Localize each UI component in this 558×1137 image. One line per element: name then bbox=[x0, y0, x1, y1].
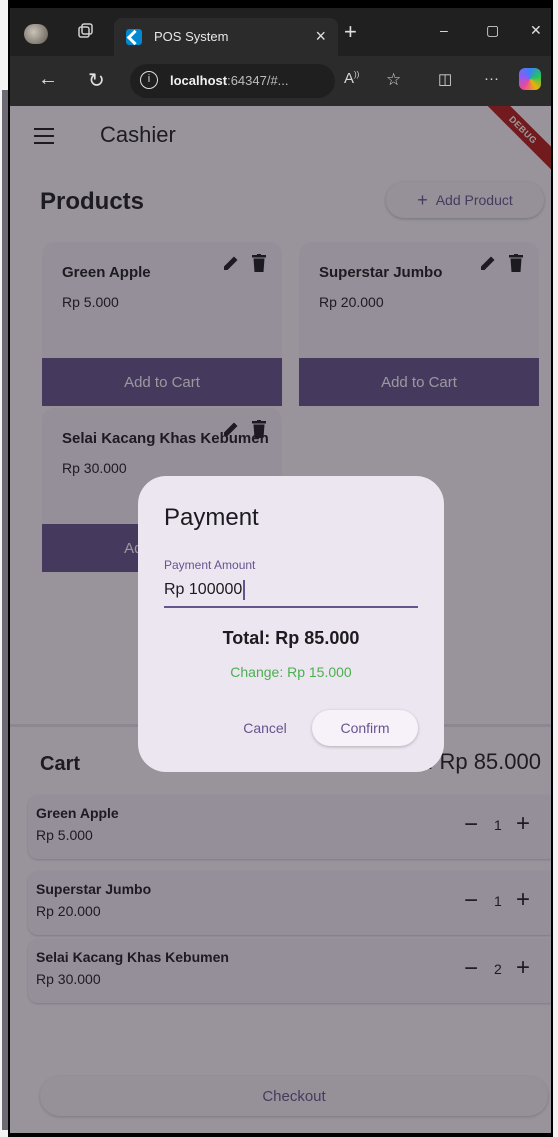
tab-bar: POS System × + – ▢ ✕ bbox=[10, 8, 551, 56]
payment-amount-label: Payment Amount bbox=[164, 558, 256, 572]
payment-amount-input[interactable]: Rp 100000 bbox=[164, 574, 418, 608]
dialog-change: Change: Rp 15.000 bbox=[230, 664, 352, 680]
back-icon[interactable]: ← bbox=[38, 68, 58, 91]
minimize-button[interactable]: – bbox=[440, 22, 448, 38]
avatar-icon[interactable] bbox=[24, 24, 48, 44]
confirm-button[interactable]: Confirm bbox=[312, 710, 418, 746]
copilot-icon[interactable] bbox=[519, 68, 541, 90]
address-bar[interactable]: i localhost:64347/#... bbox=[130, 64, 335, 98]
dialog-title: Payment bbox=[164, 504, 259, 531]
left-window-edge bbox=[0, 0, 8, 1137]
address-bar-row: ← ↻ i localhost:64347/#... A)) ☆ ◫ ··· bbox=[10, 56, 551, 106]
browser-window: POS System × + – ▢ ✕ ← ↻ i localhost:643… bbox=[8, 6, 553, 1135]
more-icon[interactable]: ··· bbox=[484, 70, 499, 87]
read-aloud-icon[interactable]: A)) bbox=[344, 70, 359, 87]
info-icon[interactable]: i bbox=[140, 71, 158, 89]
url-text: localhost:64347/#... bbox=[170, 73, 289, 88]
right-window-edge bbox=[553, 0, 558, 1137]
tab-title: POS System bbox=[154, 29, 229, 44]
new-tab-button[interactable]: + bbox=[344, 19, 357, 45]
payment-dialog: Payment Payment Amount Rp 100000 Total: … bbox=[138, 476, 444, 772]
tab-actions-icon[interactable] bbox=[76, 22, 100, 44]
favorite-icon[interactable]: ☆ bbox=[386, 70, 401, 90]
tab-pos-system[interactable]: POS System × bbox=[114, 18, 338, 56]
text-caret bbox=[243, 580, 246, 600]
flutter-app: Cashier DEBUG Products + Add Product Gre… bbox=[10, 106, 551, 1133]
refresh-icon[interactable]: ↻ bbox=[88, 68, 105, 93]
window-close-button[interactable]: ✕ bbox=[530, 22, 542, 39]
maximize-button[interactable]: ▢ bbox=[486, 22, 499, 39]
dialog-total: Total: Rp 85.000 bbox=[222, 628, 360, 648]
flutter-icon bbox=[126, 29, 142, 45]
cancel-button[interactable]: Cancel bbox=[230, 710, 300, 746]
split-screen-icon[interactable]: ◫ bbox=[438, 70, 452, 88]
tab-close-icon[interactable]: × bbox=[315, 26, 326, 47]
